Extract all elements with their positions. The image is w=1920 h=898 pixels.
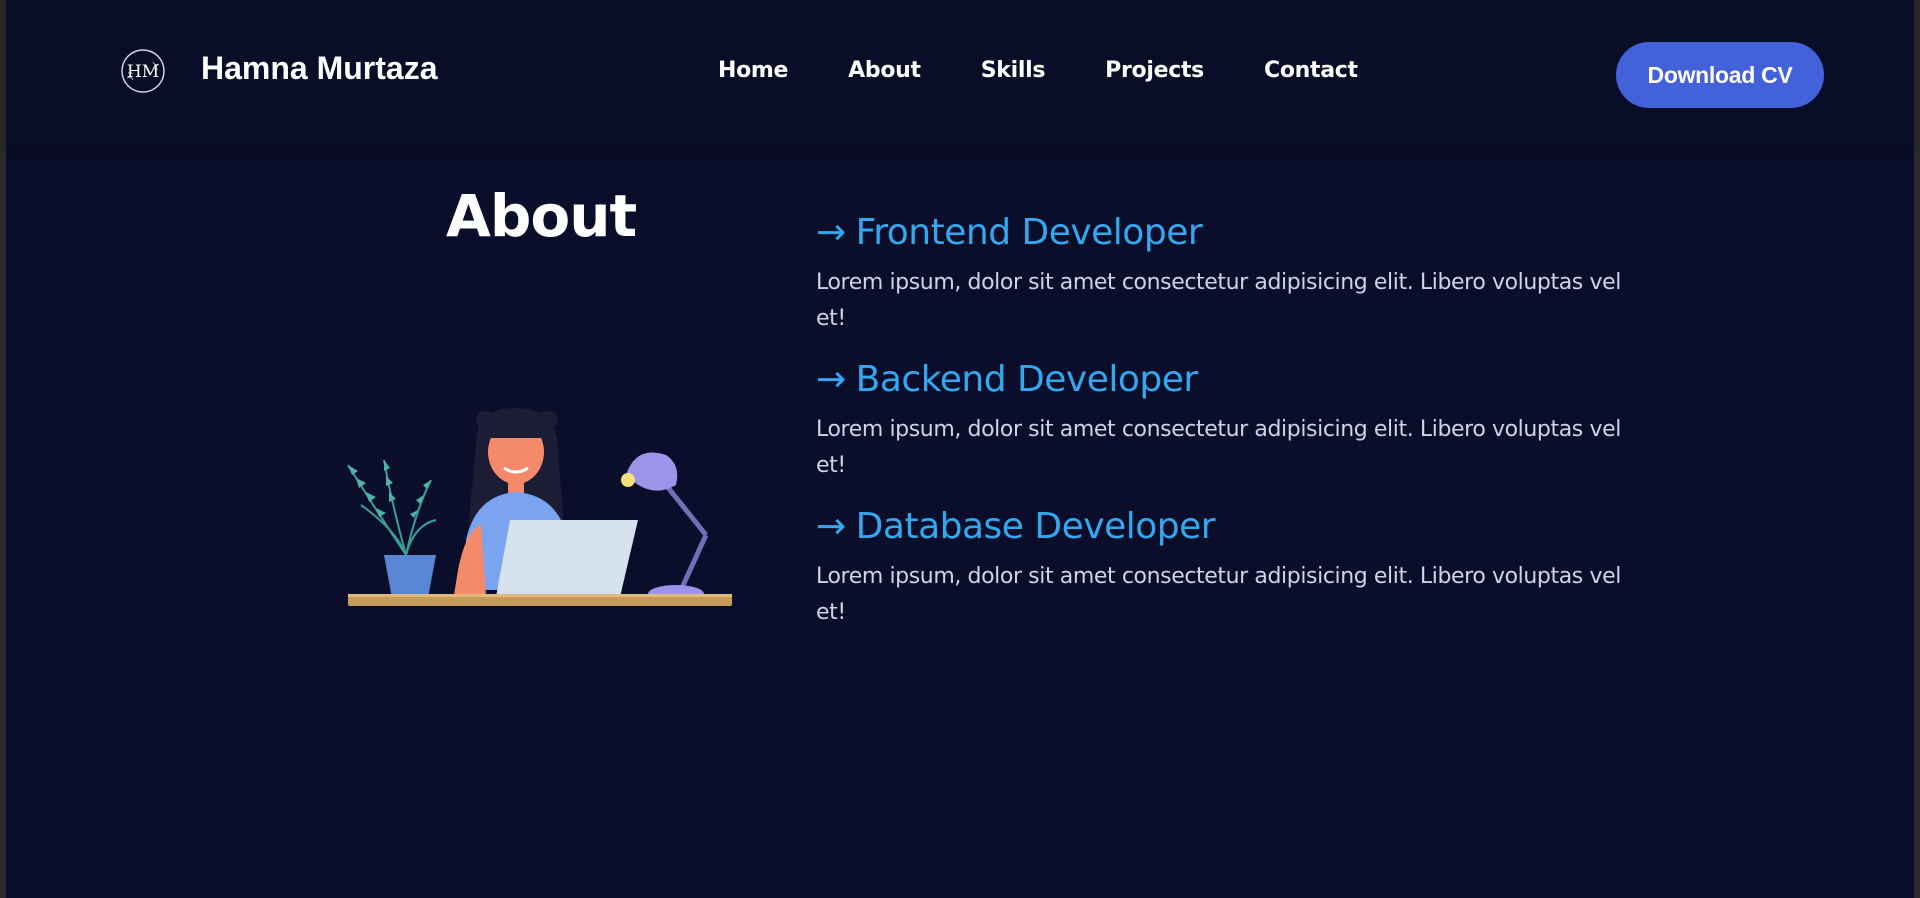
role-item: → Frontend Developer Lorem ipsum, dolor … bbox=[816, 212, 1636, 337]
role-title-text: Database Developer bbox=[855, 506, 1216, 547]
role-item: → Backend Developer Lorem ipsum, dolor s… bbox=[816, 359, 1636, 484]
roles-list: → Frontend Developer Lorem ipsum, dolor … bbox=[816, 212, 1636, 653]
role-description: Lorem ipsum, dolor sit amet consectetur … bbox=[816, 564, 1621, 625]
logo-text: HM bbox=[127, 62, 159, 82]
download-cv-button[interactable]: Download CV bbox=[1616, 42, 1824, 108]
about-title: About bbox=[446, 182, 637, 250]
role-title-text: Frontend Developer bbox=[855, 212, 1203, 253]
laptop-icon bbox=[496, 520, 638, 597]
pot-icon bbox=[384, 555, 436, 598]
role-title: → Database Developer bbox=[816, 506, 1636, 547]
brand-name[interactable]: Hamna Murtaza bbox=[201, 50, 438, 87]
nav-link-home[interactable]: Home bbox=[718, 58, 788, 83]
developer-at-laptop-illustration bbox=[347, 408, 732, 606]
role-item: → Database Developer Lorem ipsum, dolor … bbox=[816, 506, 1636, 631]
role-description: Lorem ipsum, dolor sit amet consectetur … bbox=[816, 270, 1621, 331]
arrow-right-icon: → bbox=[816, 506, 846, 547]
nav-link-contact[interactable]: Contact bbox=[1264, 58, 1358, 83]
hm-monogram-icon[interactable]: HM bbox=[118, 46, 168, 96]
role-title-text: Backend Developer bbox=[855, 359, 1199, 400]
role-description: Lorem ipsum, dolor sit amet consectetur … bbox=[816, 417, 1621, 478]
arrow-right-icon: → bbox=[816, 212, 846, 253]
nav-link-about[interactable]: About bbox=[848, 58, 921, 83]
navbar: HM Hamna Murtaza Home About Skills Proje… bbox=[6, 0, 1914, 150]
role-title: → Frontend Developer bbox=[816, 212, 1636, 253]
page-frame: HM Hamna Murtaza Home About Skills Proje… bbox=[6, 0, 1914, 898]
arrow-right-icon: → bbox=[816, 359, 846, 400]
plant-icon bbox=[347, 459, 437, 556]
role-title: → Backend Developer bbox=[816, 359, 1636, 400]
nav-links: Home About Skills Projects Contact bbox=[718, 58, 1358, 83]
nav-link-skills[interactable]: Skills bbox=[981, 58, 1046, 83]
nav-link-projects[interactable]: Projects bbox=[1105, 58, 1204, 83]
